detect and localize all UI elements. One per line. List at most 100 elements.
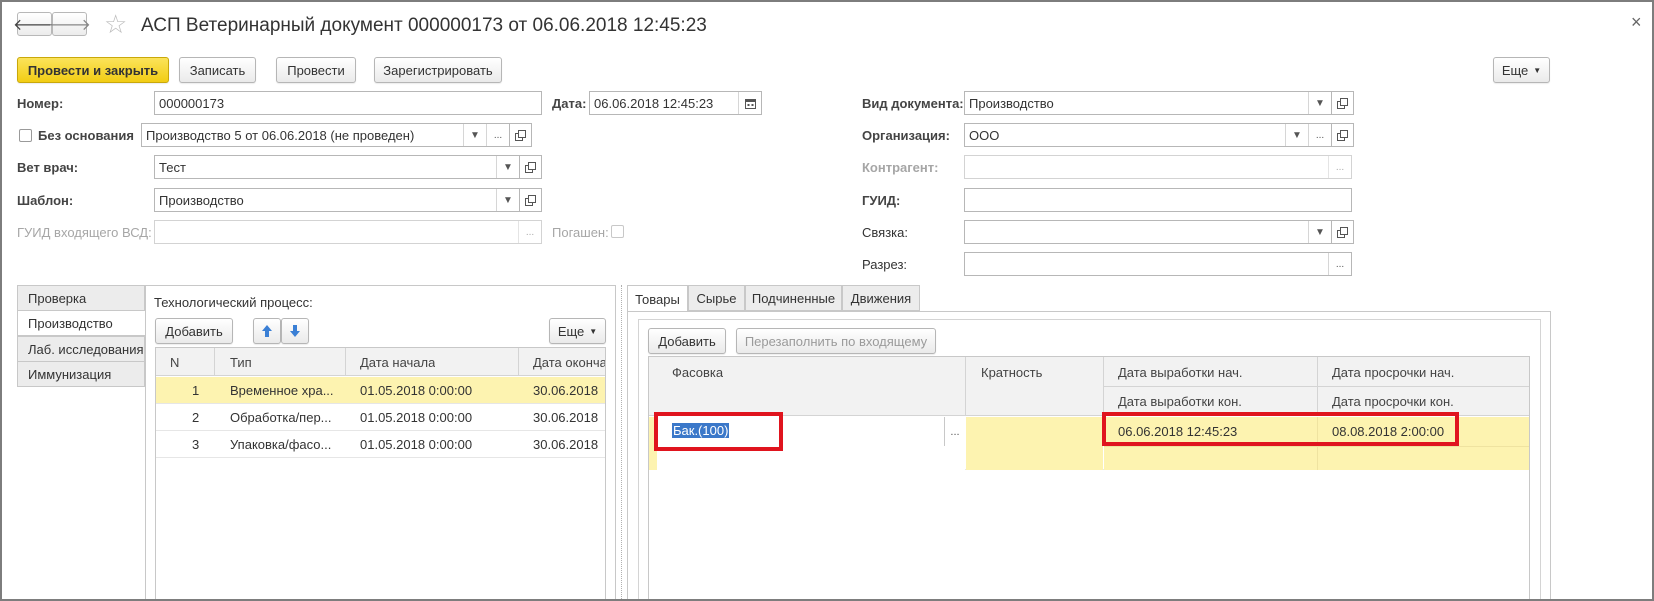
basis-value: Производство 5 от 06.06.2018 (не проведе… xyxy=(146,127,415,143)
tab-movements[interactable]: Движения xyxy=(842,285,920,311)
guid-field[interactable] xyxy=(964,188,1352,212)
col-start[interactable]: Дата начала xyxy=(360,355,435,370)
tab-check[interactable]: Проверка xyxy=(17,285,145,311)
move-down-button[interactable] xyxy=(281,318,309,344)
favorite-star-icon[interactable]: ☆ xyxy=(104,10,127,38)
document-window: 🡐 🡒 ☆ АСП Ветеринарный документ 00000017… xyxy=(0,0,1654,601)
org-field[interactable]: ООО ▼ ... xyxy=(964,123,1332,147)
select-dots-icon[interactable]: ... xyxy=(486,124,509,146)
forward-button[interactable]: 🡒 xyxy=(48,12,91,36)
add-process-button[interactable]: Добавить xyxy=(155,318,233,344)
arrow-up-icon xyxy=(262,325,272,337)
col-end[interactable]: Дата оконча xyxy=(533,355,605,370)
vet-value: Тест xyxy=(159,159,186,175)
guid-in-label: ГУИД входящего ВСД: xyxy=(17,225,152,240)
org-value: ООО xyxy=(969,127,1000,143)
refill-from-incoming-button[interactable]: Перезаполнить по входящему xyxy=(736,328,936,354)
close-icon[interactable]: × xyxy=(1631,12,1642,33)
tab-immunization[interactable]: Иммунизация xyxy=(17,361,145,387)
post-button[interactable]: Провести xyxy=(276,57,356,83)
counterparty-label: Контрагент: xyxy=(862,160,939,175)
chevron-down-icon: ▼ xyxy=(1533,65,1542,75)
open-icon[interactable] xyxy=(1332,91,1354,115)
dropdown-icon[interactable]: ▼ xyxy=(1285,124,1308,146)
link-label: Связка: xyxy=(862,225,908,240)
save-button[interactable]: Записать xyxy=(179,57,256,83)
select-dots-icon[interactable]: ... xyxy=(1308,124,1331,146)
tab-production[interactable]: Производство xyxy=(17,310,146,336)
section-label: Разрез: xyxy=(862,257,908,272)
col-prod-end[interactable]: Дата выработки кон. xyxy=(1118,394,1242,409)
panel-splitter[interactable] xyxy=(621,285,622,599)
tab-lab-research[interactable]: Лаб. исследования xyxy=(17,336,145,362)
goods-table: Фасовка Кратность Дата выработки нач. Да… xyxy=(648,356,1530,599)
open-icon[interactable] xyxy=(520,155,542,179)
post-and-close-button[interactable]: Провести и закрыть xyxy=(17,57,169,83)
highlight-box-dates xyxy=(1102,412,1459,446)
basis-field[interactable]: Производство 5 от 06.06.2018 (не проведе… xyxy=(141,123,510,147)
cell-end: 30.06.2018 xyxy=(533,383,599,398)
col-exp-end[interactable]: Дата просрочки кон. xyxy=(1332,394,1454,409)
table-row[interactable]: 1 Временное хра... 01.05.2018 0:00:00 30… xyxy=(156,377,605,404)
open-icon[interactable] xyxy=(1332,220,1354,244)
process-more-button[interactable]: Еще ▼ xyxy=(549,318,606,344)
no-basis-checkbox[interactable] xyxy=(19,129,32,142)
tab-raw[interactable]: Сырье xyxy=(688,285,745,311)
back-button[interactable]: 🡐 xyxy=(13,12,56,36)
template-field[interactable]: Производство ▼ xyxy=(154,188,520,212)
repaid-checkbox xyxy=(611,225,624,238)
calendar-icon[interactable] xyxy=(738,92,761,114)
more-button[interactable]: Еще ▼ xyxy=(1493,57,1550,83)
guid-label: ГУИД: xyxy=(862,193,901,208)
tab-label: Лаб. исследования xyxy=(28,341,144,357)
col-multiplicity[interactable]: Кратность xyxy=(981,365,1042,380)
col-prod-start[interactable]: Дата выработки нач. xyxy=(1118,365,1243,380)
cell-n: 3 xyxy=(192,437,200,452)
doctype-value: Производство xyxy=(969,95,1054,111)
table-row[interactable]: 3 Упаковка/фасо... 01.05.2018 0:00:00 30… xyxy=(156,431,605,458)
cell-n: 2 xyxy=(192,410,200,425)
dropdown-icon[interactable]: ▼ xyxy=(1308,221,1331,243)
col-divider xyxy=(518,348,519,376)
col-exp-start[interactable]: Дата просрочки нач. xyxy=(1332,365,1454,380)
select-dots-icon: ... xyxy=(1328,156,1351,178)
tab-goods[interactable]: Товары xyxy=(627,285,688,312)
open-icon[interactable] xyxy=(1332,123,1354,147)
process-title: Технологический процесс: xyxy=(154,295,313,310)
col-type[interactable]: Тип xyxy=(230,355,252,370)
table-row[interactable]: 2 Обработка/пер... 01.05.2018 0:00:00 30… xyxy=(156,404,605,431)
org-label: Организация: xyxy=(862,128,950,143)
add-goods-button[interactable]: Добавить xyxy=(648,328,726,354)
open-icon[interactable] xyxy=(520,188,542,212)
dropdown-icon[interactable]: ▼ xyxy=(496,156,519,178)
number-label: Номер: xyxy=(17,96,64,111)
select-dots-icon[interactable]: ... xyxy=(944,417,965,446)
doctype-label: Вид документа: xyxy=(862,96,964,111)
col-divider xyxy=(1317,357,1318,416)
dropdown-icon[interactable]: ▼ xyxy=(463,124,486,146)
more-label: Еще xyxy=(557,323,585,339)
open-icon[interactable] xyxy=(510,123,532,147)
date-field[interactable]: 06.06.2018 12:45:23 xyxy=(589,91,762,115)
link-field[interactable]: ▼ xyxy=(964,220,1332,244)
dropdown-icon[interactable]: ▼ xyxy=(1308,92,1331,114)
register-button[interactable]: Зарегистрировать xyxy=(374,57,502,83)
multiplicity-cell[interactable] xyxy=(966,417,1103,470)
doctype-field[interactable]: Производство ▼ xyxy=(964,91,1332,115)
col-packing[interactable]: Фасовка xyxy=(672,365,723,380)
chevron-down-icon: ▼ xyxy=(589,326,598,336)
vet-field[interactable]: Тест ▼ xyxy=(154,155,520,179)
section-field[interactable]: ... xyxy=(964,252,1352,276)
tab-subordinate[interactable]: Подчиненные xyxy=(745,285,842,311)
move-up-button[interactable] xyxy=(253,318,281,344)
date-value: 06.06.2018 12:45:23 xyxy=(594,95,714,111)
col-n[interactable]: N xyxy=(170,355,179,370)
select-dots-icon[interactable]: ... xyxy=(1328,253,1351,275)
more-label: Еще xyxy=(1501,62,1529,78)
page-title: АСП Ветеринарный документ 000000173 от 0… xyxy=(141,15,707,36)
number-field[interactable]: 000000173 xyxy=(154,91,542,115)
dropdown-icon[interactable]: ▼ xyxy=(496,189,519,211)
arrow-down-icon xyxy=(290,325,300,337)
cell-type: Обработка/пер... xyxy=(230,410,332,425)
guid-in-field: ... xyxy=(154,220,542,244)
